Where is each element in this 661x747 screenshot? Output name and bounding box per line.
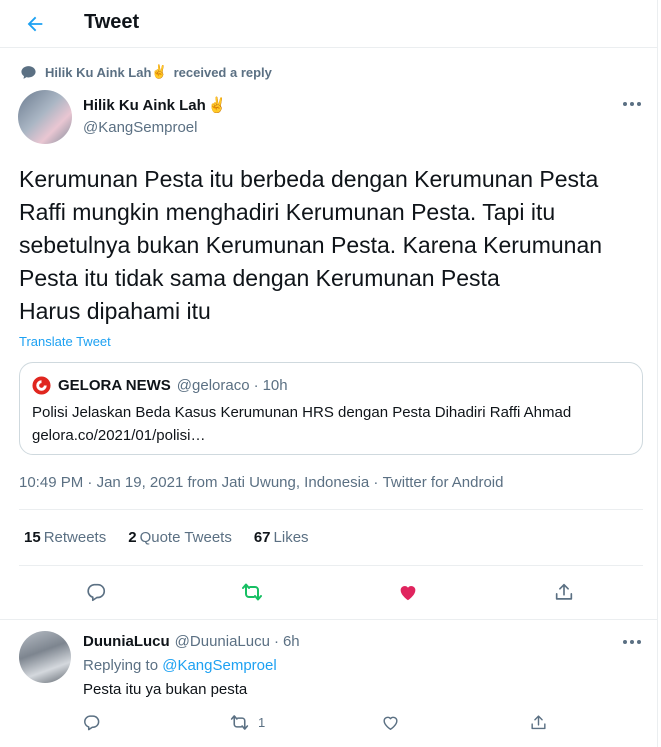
quoted-tweet-link: gelora.co/2021/01/polisi… <box>32 427 206 444</box>
quoted-tweet-header: GELORA NEWS @geloraco · 10h <box>32 376 288 395</box>
retweet-button[interactable] <box>234 574 270 610</box>
victory-hand-emoji: ✌️ <box>151 64 168 79</box>
quote-tweets-stat[interactable]: 2 Quote Tweets <box>128 529 232 546</box>
retweets-label: Retweets <box>43 529 107 546</box>
reply-icon <box>87 583 106 602</box>
reply-more-options-button[interactable] <box>620 635 644 649</box>
context-text: received a reply <box>173 64 272 80</box>
reply-reply-button[interactable] <box>82 709 101 735</box>
separator-dot: · <box>369 474 383 491</box>
reply-time[interactable]: 6h <box>283 633 300 650</box>
more-dots-icon <box>623 102 641 106</box>
separator-dot: · <box>83 474 97 491</box>
reply-retweet-count: 1 <box>258 714 266 730</box>
translate-tweet-link[interactable]: Translate Tweet <box>19 334 111 349</box>
separator-dot: · <box>273 633 279 650</box>
page-title: Tweet <box>84 11 140 33</box>
quoted-author-handle: @geloraco <box>176 377 250 394</box>
heart-icon <box>383 716 398 730</box>
reply-icon <box>84 714 100 730</box>
retweets-count: 15 <box>24 529 41 546</box>
social-context: Hilik Ku Aink Lah ✌️ received a reply <box>20 63 272 81</box>
victory-hand-emoji: ✌️ <box>207 97 227 114</box>
quoted-tweet-card[interactable]: GELORA NEWS @geloraco · 10h Polisi Jelas… <box>19 362 643 455</box>
page-header: Tweet <box>0 0 658 48</box>
replying-to-mention[interactable]: @KangSemproel <box>162 657 276 674</box>
author-handle[interactable]: @KangSemproel <box>83 119 197 136</box>
reply-text: Pesta itu ya bukan pesta <box>83 681 248 698</box>
retweet-icon <box>230 714 249 730</box>
like-button[interactable] <box>390 574 426 610</box>
reply-button[interactable] <box>78 574 114 610</box>
divider <box>19 565 643 566</box>
more-options-button[interactable] <box>620 97 644 111</box>
heart-filled-icon <box>400 586 416 601</box>
quote-tweets-label: Quote Tweets <box>139 529 232 546</box>
tweet-location: from Jati Uwung, Indonesia <box>183 474 370 491</box>
share-icon <box>555 583 573 600</box>
tweet-detail-page: Tweet Hilik Ku Aink Lah ✌️ received a re… <box>0 0 658 747</box>
tweet-text: Kerumunan Pesta itu berbeda dengan Kerum… <box>19 166 603 324</box>
replying-to: Replying to @KangSemproel <box>83 657 277 674</box>
tweet-time[interactable]: 10:49 PM <box>19 474 83 491</box>
reply-author-avatar[interactable] <box>19 631 71 683</box>
speech-bubble-icon <box>21 65 36 79</box>
more-dots-icon <box>623 640 641 644</box>
back-button[interactable] <box>20 9 50 39</box>
likes-label: Likes <box>273 529 309 546</box>
reply-header: DuuniaLucu @DuuniaLucu · 6h <box>83 633 300 650</box>
context-user-name[interactable]: Hilik Ku Aink Lah <box>45 65 151 80</box>
separator-dot: · <box>253 377 259 394</box>
replying-to-label: Replying to <box>83 657 159 674</box>
reply-share-button[interactable] <box>529 709 548 735</box>
arrow-left-icon <box>27 16 43 32</box>
author-name-row[interactable]: Hilik Ku Aink Lah ✌️ <box>83 96 227 115</box>
quoted-tweet-text: Polisi Jelaskan Beda Kasus Kerumunan HRS… <box>32 404 572 421</box>
share-button[interactable] <box>546 574 582 610</box>
author-avatar[interactable] <box>18 90 72 144</box>
retweets-stat[interactable]: 15 Retweets <box>24 529 106 546</box>
reply-like-button[interactable] <box>381 709 400 735</box>
tweet-source: Twitter for Android <box>382 474 504 491</box>
divider <box>19 509 643 510</box>
retweet-icon <box>242 583 262 601</box>
reply-author-handle[interactable]: @DuuniaLucu <box>175 633 270 650</box>
likes-stat[interactable]: 67 Likes <box>254 529 309 546</box>
tweet-timestamp: 10:49 PM · Jan 19, 2021 from Jati Uwung,… <box>19 474 503 491</box>
share-icon <box>531 714 546 729</box>
divider <box>0 619 658 620</box>
tweet-date[interactable]: Jan 19, 2021 <box>97 474 184 491</box>
likes-count: 67 <box>253 529 271 546</box>
reply-retweet-button[interactable]: 1 <box>229 709 265 735</box>
quoted-tweet-time: 10h <box>262 377 288 394</box>
quote-tweets-count: 2 <box>128 529 137 546</box>
quoted-author-name: GELORA NEWS <box>58 377 171 394</box>
tweet-stats: 15 Retweets 2 Quote Tweets 67 Likes <box>24 529 331 546</box>
author-name[interactable]: Hilik Ku Aink Lah <box>83 97 206 114</box>
reply-author-name[interactable]: DuuniaLucu <box>83 633 170 650</box>
gelora-logo-icon <box>32 376 51 395</box>
